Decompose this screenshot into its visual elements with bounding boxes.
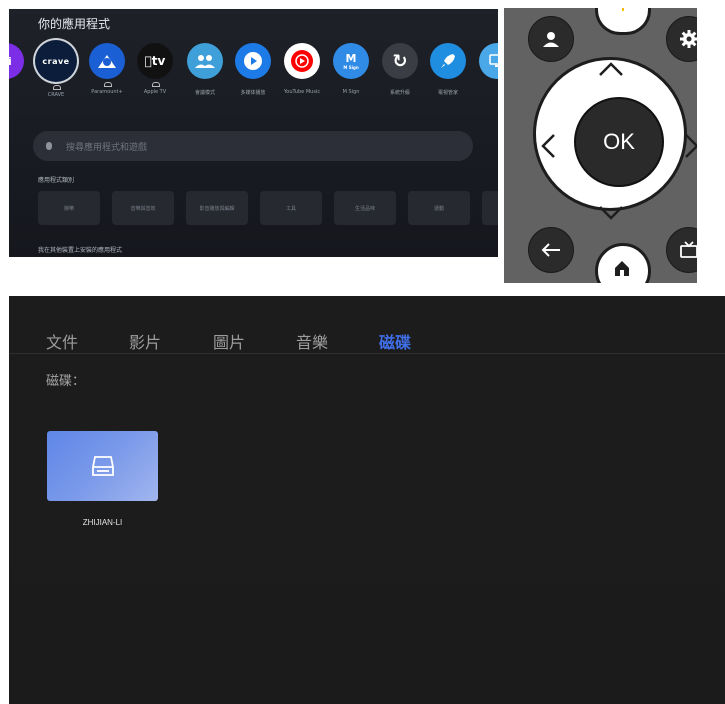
settings-button[interactable] (666, 16, 697, 62)
app-row: bi crave CRAVE Paramount+ tv Apple TV (9, 40, 498, 113)
app-label: M Sign (342, 89, 360, 95)
app-bi[interactable]: bi (9, 43, 29, 79)
categories-title: 應用程式類別 (38, 177, 75, 184)
mic-icon (46, 142, 52, 150)
app-m-sign[interactable]: MM Sign M Sign (328, 43, 374, 95)
tab-videos[interactable]: 影片 (129, 329, 161, 353)
paramount-icon (89, 43, 125, 87)
search-placeholder: 搜尋應用程式和遊戲 (66, 143, 148, 153)
apple-tv-icon: tv (137, 43, 173, 87)
people-icon (187, 43, 223, 79)
tab-music[interactable]: 音樂 (296, 329, 328, 353)
tab-disk[interactable]: 磁碟 (379, 329, 411, 353)
app-label: CRAVE (47, 92, 65, 98)
left-arrow-icon[interactable] (540, 133, 556, 165)
rocket-icon (430, 43, 466, 79)
category-card[interactable]: 運動 (408, 191, 470, 225)
app-meeting[interactable]: 會議模式 (182, 43, 228, 96)
play-icon (235, 43, 271, 79)
category-card[interactable]: 工具 (260, 191, 322, 225)
hard-drive-icon (91, 456, 114, 476)
profile-button[interactable] (528, 16, 574, 62)
m-sign-icon: MM Sign (333, 43, 369, 79)
category-card[interactable]: 影音播放與編輯 (186, 191, 248, 225)
app-label: 會議模式 (194, 90, 215, 96)
section-label: 磁碟： (46, 374, 86, 389)
crave-icon: crave (35, 40, 77, 90)
bi-icon: bi (9, 43, 24, 79)
drive-name: ZHIJIAN-LI (82, 518, 123, 527)
app-label: Apple TV (143, 89, 167, 95)
mic-button[interactable] (595, 8, 651, 35)
home-button[interactable] (595, 243, 651, 283)
app-apple-tv[interactable]: tv Apple TV (132, 43, 178, 95)
search-bar[interactable]: 搜尋應用程式和遊戲 (33, 131, 473, 161)
tv-button[interactable] (666, 227, 697, 273)
app-label: 電視管家 (437, 90, 458, 96)
app-tv-butler[interactable]: 電視管家 (425, 43, 471, 96)
category-card[interactable]: 音樂與音效 (112, 191, 174, 225)
up-arrow-icon[interactable] (598, 58, 624, 83)
settings-icon (680, 30, 697, 48)
app-crave[interactable]: crave CRAVE (33, 40, 79, 98)
app-label: 系統升級 (389, 90, 410, 96)
app-label: 多媒体播放 (240, 90, 266, 96)
app-label: YouTube Music (283, 89, 321, 95)
category-card[interactable]: 娛樂 (38, 191, 100, 225)
remote-control: OK (504, 8, 697, 283)
tv-icon (680, 241, 697, 258)
mic-icon (622, 8, 624, 11)
down-arrow-icon[interactable] (598, 202, 624, 227)
back-icon (541, 243, 560, 257)
tab-documents[interactable]: 文件 (46, 329, 78, 353)
file-manager: 文件 影片 圖片 音樂 磁碟 磁碟： ZHIJIAN-LI (9, 296, 725, 704)
app-system-upgrade[interactable]: ↻ 系統升級 (377, 43, 423, 96)
tab-pictures[interactable]: 圖片 (213, 329, 245, 353)
youtube-music-icon (284, 43, 320, 79)
right-arrow-icon[interactable] (684, 133, 697, 165)
apps-title: 你的應用程式 (38, 17, 111, 31)
drive-tile[interactable] (47, 431, 158, 501)
app-display[interactable] (474, 43, 498, 79)
tv-launcher-screen: 你的應用程式 bi crave CRAVE Paramount+ tv App… (9, 9, 498, 257)
back-button[interactable] (528, 227, 574, 273)
home-icon (615, 261, 629, 276)
tab-bar: 文件 影片 圖片 音樂 磁碟 (9, 296, 725, 354)
refresh-icon: ↻ (382, 43, 418, 79)
monitor-icon (479, 43, 498, 79)
other-devices-title: 我在其他裝置上安裝的應用程式 (38, 247, 123, 254)
category-card[interactable] (482, 191, 498, 225)
app-paramount[interactable]: Paramount+ (84, 43, 130, 95)
app-multimedia[interactable]: 多媒体播放 (230, 43, 276, 96)
ok-button[interactable]: OK (574, 97, 664, 187)
app-youtube-music[interactable]: YouTube Music (279, 43, 325, 95)
app-label: Paramount+ (91, 89, 123, 95)
user-icon (543, 32, 559, 47)
category-card[interactable]: 生活品味 (334, 191, 396, 225)
